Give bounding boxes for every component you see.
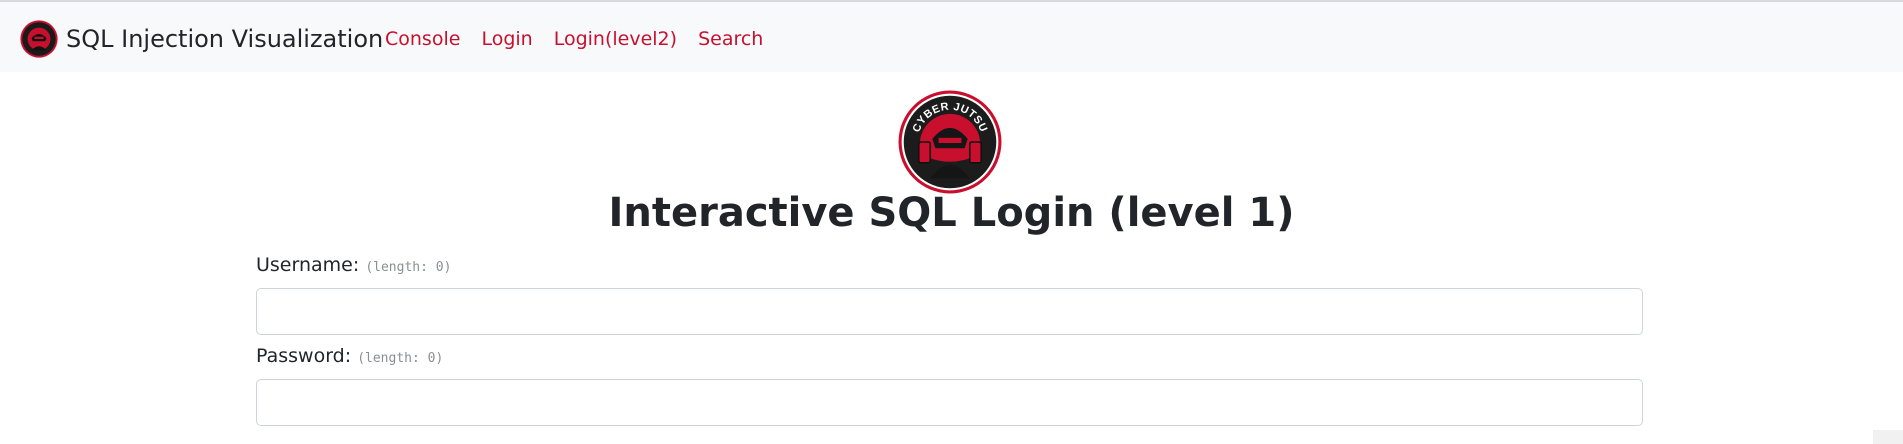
cyber-jutsu-logo-icon	[20, 20, 58, 58]
password-label: Password: (length: 0)	[256, 345, 1643, 375]
brand-name: SQL Injection Visualization	[66, 25, 384, 53]
nav-link-console[interactable]: Console	[385, 28, 460, 50]
username-label-text: Username:	[256, 254, 360, 276]
username-input[interactable]	[256, 288, 1643, 335]
nav-link-login-level2[interactable]: Login(level2)	[554, 28, 677, 50]
login-form: Username: (length: 0) Password: (length:…	[256, 254, 1643, 436]
password-label-text: Password:	[256, 345, 352, 367]
nav-links: Console Login Login(level2) Search	[385, 28, 784, 50]
navbar: SQL Injection Visualization Console Logi…	[0, 2, 1903, 72]
nav-link-search[interactable]: Search	[698, 28, 763, 50]
username-length-hint: (length: 0)	[365, 260, 452, 275]
password-length-hint: (length: 0)	[357, 351, 444, 366]
page-title: Interactive SQL Login (level 1)	[608, 190, 1295, 236]
username-label: Username: (length: 0)	[256, 254, 1643, 284]
brand-link[interactable]: SQL Injection Visualization	[20, 19, 383, 59]
password-input[interactable]	[256, 379, 1643, 426]
cyber-jutsu-hero-logo: CYBER JUTSU	[898, 90, 1002, 194]
scrollbar-corner	[1873, 430, 1903, 444]
nav-link-login[interactable]: Login	[481, 28, 532, 50]
